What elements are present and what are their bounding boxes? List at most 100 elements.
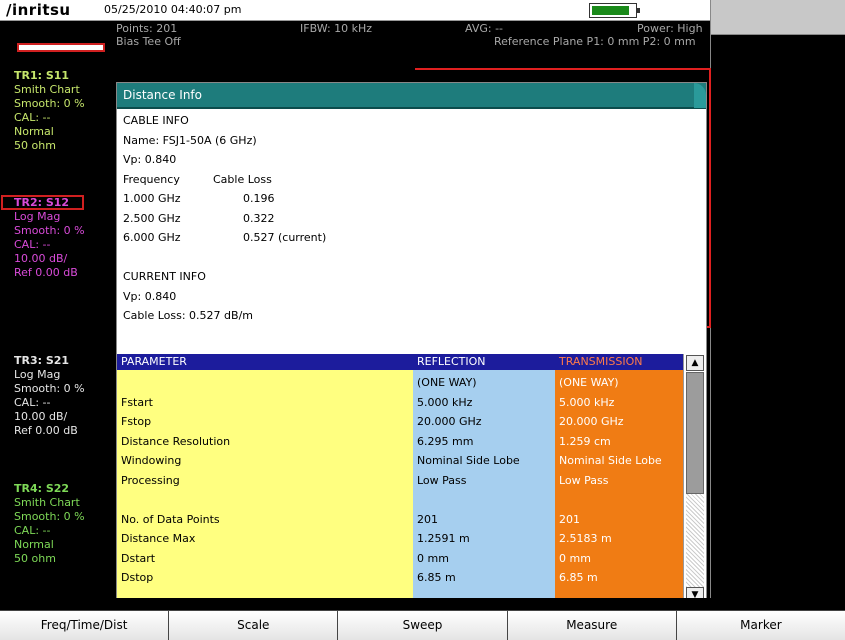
transmission-header: TRANSMISSION (555, 354, 683, 370)
parameter-column: PARAMETER Fstart Fstop Distance Resoluti… (117, 354, 413, 608)
cable-loss-header: Frequency Cable Loss (123, 170, 272, 190)
transmission-cell: 6.85 m (559, 571, 598, 584)
trace-3-name: TR3: S21 (14, 354, 70, 367)
cable-loss: 0.322 (243, 211, 275, 225)
cable-loss-header-label: Cable Loss (213, 172, 272, 186)
transmission-cell: Nominal Side Lobe (559, 454, 662, 467)
trace-2-cal: CAL: -- (14, 238, 51, 251)
trace-4-name: TR4: S22 (14, 482, 70, 495)
parameter-cell: Distance Resolution (121, 434, 231, 448)
softkey-freq-time-dist[interactable]: Freq/Time/Dist (0, 611, 170, 640)
trace-2-scale: 10.00 dB/ (14, 252, 68, 265)
reflection-cell: 0 mm (417, 551, 449, 565)
cable-loss: 0.196 (243, 192, 275, 205)
trace-1-scale: Normal (14, 125, 54, 138)
reflection-cell: 20.000 GHz (417, 415, 482, 428)
cable-loss-row: 6.000 GHz 0.527 (current) (123, 228, 326, 248)
frequency-header: Frequency (123, 172, 180, 186)
trace-2-format: Log Mag (14, 210, 61, 223)
transmission-cell: 201 (559, 512, 580, 526)
trace-1[interactable]: TR1: S11 Smith Chart Smooth: 0 % CAL: --… (14, 69, 85, 153)
trace-2-smooth: Smooth: 0 % (14, 224, 85, 237)
parameter-cell: Fstop (121, 415, 152, 428)
parameter-header: PARAMETER (117, 354, 413, 370)
parameter-cell: No. of Data Points (121, 512, 220, 526)
scroll-up-icon[interactable]: ▲ (686, 355, 704, 371)
reflection-cell: 6.295 mm (417, 434, 474, 448)
right-panel-header (711, 0, 845, 35)
active-trace-indicator (17, 43, 105, 52)
softkey-marker[interactable]: Marker (676, 611, 845, 640)
bottom-status-strip (0, 598, 710, 610)
parameter-cell: Distance Max (121, 532, 196, 545)
trace-3-cal: CAL: -- (14, 396, 51, 409)
trace-1-name: TR1: S11 (14, 69, 70, 82)
cable-freq: 2.500 GHz (123, 211, 181, 225)
parameter-cell: Dstop (121, 571, 154, 584)
brand-logo: /inritsu (6, 1, 71, 19)
reflection-cell: Low Pass (417, 473, 467, 487)
cable-info-title: CABLE INFO (123, 114, 189, 127)
trace-3-smooth: Smooth: 0 % (14, 382, 85, 395)
trace-2[interactable]: TR2: S12 Log Mag Smooth: 0 % CAL: -- 10.… (14, 196, 85, 280)
transmission-cell: Low Pass (559, 473, 609, 487)
cable-loss-row: 2.500 GHz 0.322 (123, 209, 275, 229)
cable-info-section: CABLE INFO Name: FSJ1-50A (6 GHz) Vp: 0.… (123, 111, 326, 326)
scroll-thumb[interactable] (686, 372, 704, 494)
points-label: Points: 201 (116, 22, 178, 35)
cable-name: Name: FSJ1-50A (6 GHz) (123, 133, 257, 147)
trace-1-cal: CAL: -- (14, 111, 51, 124)
softkey-sweep[interactable]: Sweep (338, 611, 508, 640)
trace-2-ref: Ref 0.00 dB (14, 266, 78, 279)
reflection-column: REFLECTION (ONE WAY) 5.000 kHz 20.000 GH… (413, 354, 555, 608)
trace-3-ref: Ref 0.00 dB (14, 424, 78, 437)
softkey-scale[interactable]: Scale (169, 611, 339, 640)
parameter-cell: Windowing (121, 454, 182, 467)
transmission-cell: 5.000 kHz (559, 395, 615, 409)
trace-4-ref: 50 ohm (14, 552, 56, 565)
transmission-cell: (ONE WAY) (559, 376, 619, 389)
reflection-header: REFLECTION (413, 354, 555, 370)
transmission-column: TRANSMISSION (ONE WAY) 5.000 kHz 20.000 … (555, 354, 683, 608)
scroll-track[interactable] (686, 494, 704, 587)
status-bar: /inritsu 05/25/2010 04:40:07 pm (0, 0, 710, 21)
cable-freq: 6.000 GHz (123, 231, 181, 244)
parameter-cell: Dstart (121, 551, 156, 565)
trace-4-format: Smith Chart (14, 496, 80, 509)
trace-1-format: Smith Chart (14, 83, 80, 96)
softkey-measure[interactable]: Measure (507, 611, 677, 640)
power-label: Power: High (637, 22, 703, 35)
dialog-title: Distance Info (117, 83, 706, 109)
parameter-cell: Processing (121, 473, 180, 487)
ifbw-label: IFBW: 10 kHz (300, 22, 373, 35)
reflection-cell: 6.85 m (417, 571, 456, 584)
transmission-cell: 2.5183 m (559, 532, 612, 545)
reflection-cell: 5.000 kHz (417, 395, 473, 409)
trace-4-cal: CAL: -- (14, 524, 51, 537)
trace-4-smooth: Smooth: 0 % (14, 510, 85, 523)
battery-icon (589, 3, 640, 18)
current-cable-loss: Cable Loss: 0.527 dB/m (123, 309, 253, 322)
battery-tip (637, 8, 640, 13)
bias-tee-label: Bias Tee Off (116, 35, 181, 48)
cable-vp: Vp: 0.840 (123, 153, 177, 166)
trace-3-scale: 10.00 dB/ (14, 410, 68, 423)
reference-plane-label: Reference Plane P1: 0 mm P2: 0 mm (494, 35, 696, 48)
trace-3-format: Log Mag (14, 368, 61, 381)
right-panel (710, 0, 845, 598)
table-scrollbar[interactable]: ▲ ▼ (683, 354, 706, 606)
reflection-cell: Nominal Side Lobe (417, 454, 520, 467)
parameter-table: PARAMETER Fstart Fstop Distance Resoluti… (117, 354, 706, 608)
transmission-cell: 0 mm (559, 551, 591, 565)
avg-label: AVG: -- (465, 22, 504, 35)
reflection-cell: 201 (417, 512, 438, 526)
cable-loss: 0.527 (current) (243, 231, 327, 244)
cable-loss-row: 1.000 GHz 0.196 (123, 189, 275, 209)
current-vp: Vp: 0.840 (123, 289, 177, 303)
trace-4-scale: Normal (14, 538, 54, 551)
reflection-cell: 1.2591 m (417, 532, 470, 545)
trace-3[interactable]: TR3: S21 Log Mag Smooth: 0 % CAL: -- 10.… (14, 354, 85, 438)
softkey-bar: Freq/Time/Dist Scale Sweep Measure Marke… (0, 610, 845, 640)
trace-4[interactable]: TR4: S22 Smith Chart Smooth: 0 % CAL: --… (14, 482, 85, 566)
